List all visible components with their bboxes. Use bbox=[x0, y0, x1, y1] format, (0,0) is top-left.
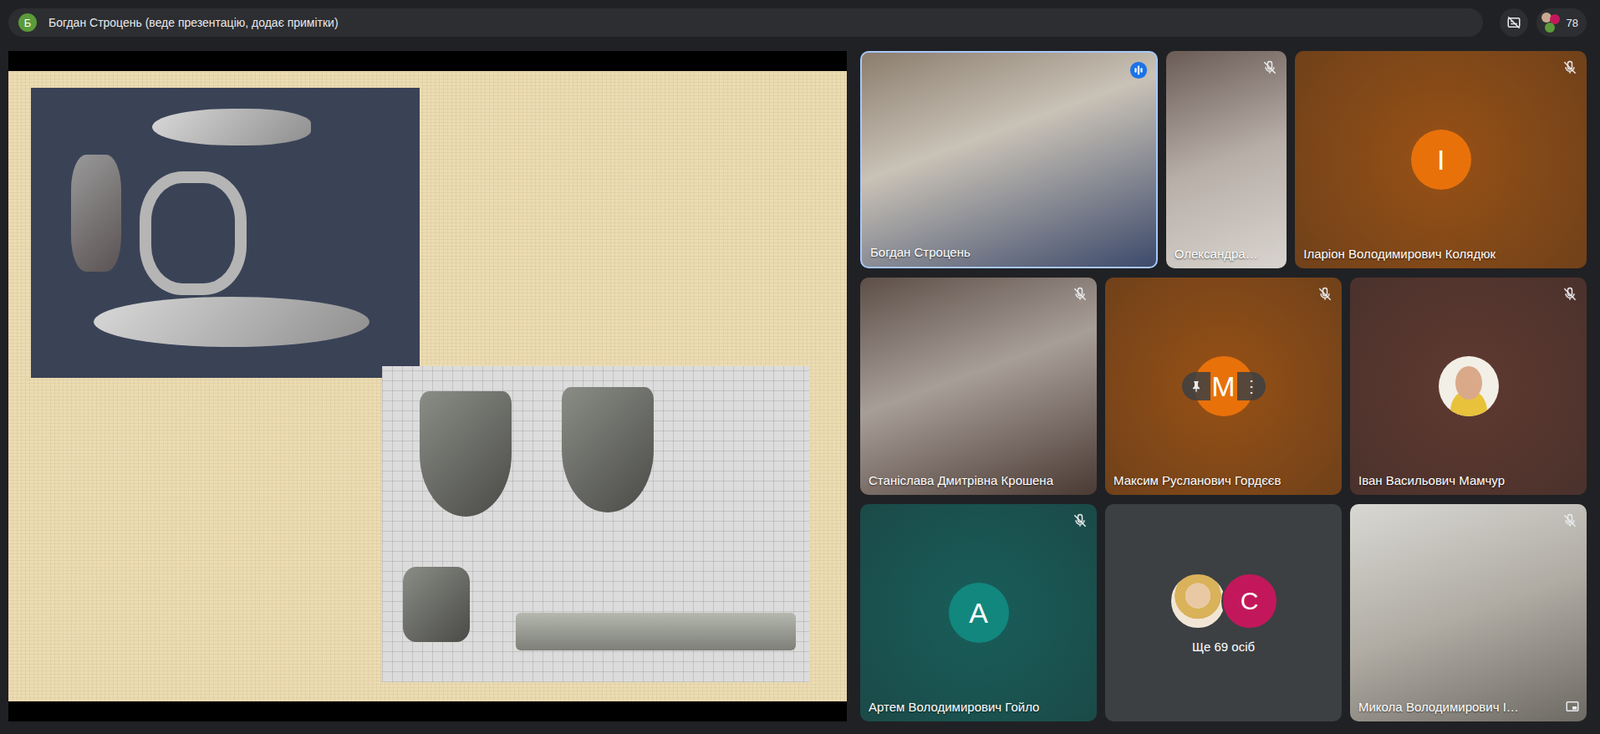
presenter-title: Богдан Строцень (веде презентацію, додає… bbox=[48, 15, 339, 30]
participant-tile[interactable]: Іван Васильович Мамчур bbox=[1350, 277, 1587, 495]
avatar: А bbox=[948, 582, 1009, 643]
mic-off-icon bbox=[1071, 512, 1089, 530]
speaking-icon bbox=[1129, 61, 1148, 80]
participant-tile[interactable]: М⋮Максим Русланович Гордєєв bbox=[1105, 277, 1342, 495]
participants-button[interactable]: 78 bbox=[1536, 8, 1587, 37]
mic-off-icon bbox=[1316, 285, 1334, 303]
participant-name: Іван Васильович Мамчур bbox=[1358, 473, 1505, 488]
mic-off-icon bbox=[1071, 285, 1089, 303]
participant-name: Іларіон Володимирович Колядюк bbox=[1303, 246, 1496, 261]
pin-icon bbox=[1189, 379, 1203, 393]
mic-off-icon bbox=[1561, 59, 1579, 77]
avatar-photo bbox=[1169, 572, 1227, 630]
others-tile[interactable]: С Ще 69 осіб bbox=[1105, 504, 1342, 722]
meet-window: Б Богдан Строцень (веде презентацію, дода… bbox=[0, 0, 1600, 734]
mic-off-icon bbox=[1561, 285, 1579, 303]
presenter-bar: Б Богдан Строцень (веде презентацію, дода… bbox=[8, 8, 1483, 37]
participant-tile[interactable]: Станіслава Дмитрівна Крошена bbox=[860, 277, 1097, 495]
more-options-button[interactable]: ⋮ bbox=[1237, 371, 1266, 401]
slide-photo bbox=[382, 366, 810, 683]
participant-tile[interactable]: Олександра… bbox=[1166, 50, 1287, 269]
participant-tile[interactable]: А Артем Володимирович Гойло bbox=[860, 504, 1097, 722]
pin-button[interactable] bbox=[1182, 371, 1211, 401]
mic-off-icon bbox=[1261, 59, 1279, 77]
participant-tile[interactable]: І Іларіон Володимирович Колядюк bbox=[1294, 50, 1587, 269]
picture-in-picture-icon bbox=[1564, 698, 1580, 714]
others-label: Ще 69 осіб bbox=[1192, 639, 1255, 654]
participant-name: Олександра… bbox=[1174, 246, 1259, 261]
top-bar: Б Богдан Строцень (веде презентацію, дода… bbox=[8, 8, 1587, 37]
participant-name: Максим Русланович Гордєєв bbox=[1113, 473, 1281, 488]
avatar-photo bbox=[1438, 356, 1499, 417]
captions-off-button[interactable] bbox=[1499, 8, 1529, 37]
participant-name: Артем Володимирович Гойло bbox=[868, 699, 1040, 714]
presentation bbox=[8, 50, 847, 722]
participant-tile[interactable]: Богдан Строцень bbox=[860, 50, 1158, 269]
participants-avatars-icon bbox=[1541, 12, 1562, 33]
captions-off-icon bbox=[1506, 15, 1522, 31]
participant-name: Станіслава Дмитрівна Крошена bbox=[868, 473, 1054, 488]
participant-name: Богдан Строцень bbox=[870, 244, 971, 260]
participants-count: 78 bbox=[1566, 16, 1579, 30]
presenter-avatar: Б bbox=[18, 13, 37, 32]
participant-tile[interactable]: Микола Володимирович І… bbox=[1350, 504, 1587, 722]
avatar: І bbox=[1411, 129, 1472, 190]
avatar: С bbox=[1221, 572, 1279, 630]
participant-grid: Богдан Строцень Олександра… І Іларіон Волод… bbox=[860, 50, 1587, 722]
mic-off-icon bbox=[1561, 512, 1579, 530]
slide bbox=[8, 71, 847, 702]
slide-photo bbox=[30, 87, 420, 378]
participant-name: Микола Володимирович І… bbox=[1358, 699, 1519, 714]
others-group: С Ще 69 осіб bbox=[1169, 572, 1279, 654]
